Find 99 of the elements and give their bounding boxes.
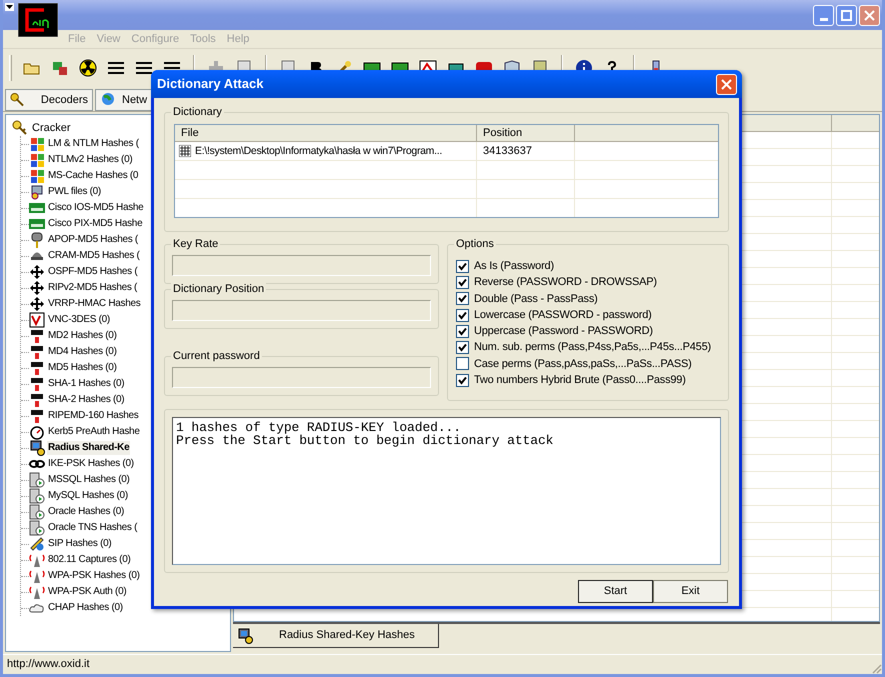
tree-item[interactable]: Cisco PIX-MD5 Hashe: [47, 217, 144, 231]
group-label: Dictionary Position: [171, 282, 266, 296]
dialog-button[interactable]: Start: [578, 580, 653, 603]
tree-item[interactable]: OSPF-MD5 Hashes (: [47, 265, 138, 279]
move-icon: [29, 264, 45, 280]
phone-icon: [29, 536, 45, 552]
input-field[interactable]: [172, 367, 431, 388]
maximize-button[interactable]: [836, 5, 857, 26]
option-label: Case perms (Pass,pAss,paSs,...PaSs...PASS): [474, 356, 692, 372]
table-cell: 34133637: [483, 145, 532, 157]
tree-item[interactable]: 802.11 Captures (0): [47, 553, 132, 567]
logo-icon: [18, 3, 58, 37]
globe-icon: [100, 92, 116, 108]
checkbox[interactable]: [456, 276, 469, 289]
status-text: http://www.oxid.it: [7, 657, 90, 672]
antenna-icon: [29, 552, 45, 568]
log-line: Press the Start button to begin dictionary attack: [176, 434, 554, 447]
move-icon: [29, 296, 45, 312]
tree-item[interactable]: RIPEMD-160 Hashes: [47, 409, 140, 423]
minimize-icon: [820, 18, 828, 21]
tree-item[interactable]: RIPv2-MD5 Hashes (: [47, 281, 138, 295]
tree-item[interactable]: WPA-PSK Auth (0): [47, 585, 128, 599]
server-icon: [29, 488, 45, 504]
flag-icon: [29, 136, 45, 152]
group-label: Key Rate: [171, 237, 220, 251]
server-icon: [29, 520, 45, 536]
tree-item[interactable]: VNC-3DES (0): [47, 313, 111, 327]
input-field[interactable]: [172, 255, 431, 276]
tab[interactable]: Decoders: [5, 89, 93, 111]
tree-item[interactable]: NTLMv2 Hashes (0): [47, 153, 134, 167]
monitor-icon: [29, 312, 45, 328]
tree-item[interactable]: SHA-1 Hashes (0): [47, 377, 126, 391]
option-label: Uppercase (Password - PASSWORD): [474, 324, 653, 340]
computer-icon: [237, 628, 253, 644]
tree-item[interactable]: MD4 Hashes (0): [47, 345, 118, 359]
tree-item[interactable]: Oracle Hashes (0): [47, 505, 126, 519]
tree-item[interactable]: Radius Shared-Ke: [47, 441, 130, 455]
input-field[interactable]: [172, 300, 431, 321]
close-button[interactable]: [716, 74, 737, 94]
tree-item[interactable]: Cisco IOS-MD5 Hashe: [47, 201, 144, 215]
maximize-icon: [841, 10, 852, 21]
server-icon: [29, 472, 45, 488]
dialog-button[interactable]: Exit: [653, 580, 728, 603]
tree-item[interactable]: MySQL Hashes (0): [47, 489, 129, 503]
column-header[interactable]: File: [175, 125, 477, 141]
option-label: Two numbers Hybrid Brute (Pass0....Pass99): [474, 372, 686, 388]
group-label: Dictionary: [171, 105, 224, 119]
tree-item[interactable]: Kerb5 PreAuth Hashe: [47, 425, 141, 439]
tab[interactable]: Radius Shared-Key Hashes: [233, 624, 439, 648]
group-label: Current password: [171, 349, 262, 363]
antenna-icon: [29, 584, 45, 600]
table-cell-text: E:\!system\Desktop\Informatyka\hasła w win7\Program...: [195, 144, 442, 159]
tree-item[interactable]: Cracker: [32, 121, 71, 135]
server-icon: [29, 504, 45, 520]
checkbox[interactable]: [456, 374, 469, 387]
close-icon: [721, 78, 732, 90]
tree-item[interactable]: CRAM-MD5 Hashes (: [47, 249, 141, 263]
group-label: Options: [454, 237, 496, 251]
tree-item[interactable]: PWL files (0): [47, 185, 102, 199]
flag-icon: [29, 152, 45, 168]
tree-item[interactable]: MD5 Hashes (0): [47, 361, 118, 375]
option-label: Double (Pass - PassPass): [474, 292, 598, 306]
tree-item[interactable]: MSSQL Hashes (0): [47, 473, 131, 487]
chip-icon: [29, 216, 45, 232]
checkbox[interactable]: [456, 357, 469, 370]
tree-item[interactable]: VRRP-HMAC Hashes: [47, 297, 142, 311]
tree-item[interactable]: APOP-MD5 Hashes (: [47, 233, 139, 247]
tree-item[interactable]: SHA-2 Hashes (0): [47, 393, 126, 407]
checkbox[interactable]: [456, 341, 469, 354]
checkbox[interactable]: [456, 292, 469, 306]
antenna-icon: [29, 568, 45, 584]
system-menu-icon[interactable]: [5, 3, 14, 11]
chip-icon: [29, 200, 45, 216]
option-label: Lowercase (PASSWORD - password): [474, 308, 652, 323]
move-icon: [29, 280, 45, 296]
checkbox[interactable]: [456, 308, 469, 322]
tree-item[interactable]: MS-Cache Hashes (0: [47, 169, 140, 183]
tree-item[interactable]: LM & NTLM Hashes (: [47, 137, 140, 151]
tree-item[interactable]: CHAP Hashes (0): [47, 601, 124, 615]
checkbox[interactable]: [456, 260, 469, 273]
option-label: As Is (Password): [474, 258, 554, 274]
tree-item[interactable]: WPA-PSK Hashes (0): [47, 569, 141, 583]
close-icon: [864, 10, 875, 21]
option-label: Reverse (PASSWORD - DROWSSAP): [474, 275, 657, 290]
stopwatch-icon: [29, 424, 45, 440]
computer-icon: [29, 440, 45, 456]
checkbox[interactable]: [456, 324, 469, 338]
resize-grip-icon[interactable]: [870, 662, 882, 674]
tree-item[interactable]: Oracle TNS Hashes (: [47, 521, 138, 535]
tree-item[interactable]: SIP Hashes (0): [47, 537, 112, 551]
minimize-button[interactable]: [813, 5, 834, 26]
close-button[interactable]: [859, 5, 880, 26]
grid-icon: [179, 145, 191, 157]
tree-item[interactable]: MD2 Hashes (0): [47, 329, 118, 343]
tree-item[interactable]: IKE-PSK Hashes (0): [47, 457, 135, 471]
flag-icon: [29, 168, 45, 184]
log-line: 1 hashes of type RADIUS-KEY loaded...: [176, 421, 461, 434]
option-label: Num. sub. perms (Pass,P4ss,Pa5s,...P45s...P455): [474, 340, 711, 356]
column-header[interactable]: Position: [477, 125, 575, 141]
